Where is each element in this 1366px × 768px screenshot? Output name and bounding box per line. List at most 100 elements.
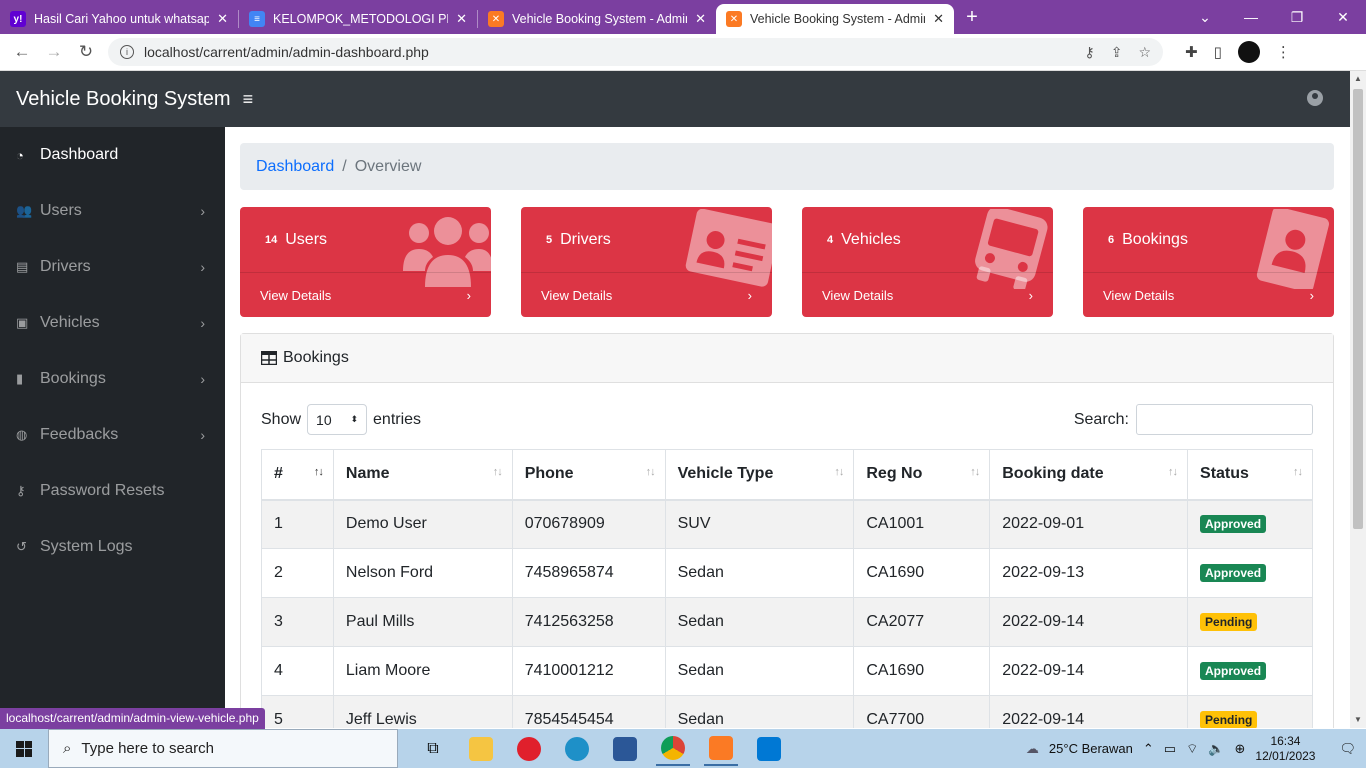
task-view-icon[interactable]: ⧉ xyxy=(416,732,450,766)
profile-avatar[interactable] xyxy=(1237,41,1260,63)
browser-tab[interactable]: y! Hasil Cari Yahoo untuk whatsapp ✕ xyxy=(0,4,238,34)
breadcrumb-link-dashboard[interactable]: Dashboard xyxy=(256,158,334,176)
sidebar-item-label: Password Resets xyxy=(40,482,165,499)
word-app-icon[interactable] xyxy=(608,732,642,766)
new-tab-button[interactable]: + xyxy=(954,6,990,29)
cell-name: Liam Moore xyxy=(332,646,513,696)
address-bar[interactable]: i localhost/carrent/admin/admin-dashboar… xyxy=(108,38,1163,66)
column-header-status[interactable]: Status ↑↓ xyxy=(1187,449,1313,501)
file-explorer-icon[interactable] xyxy=(464,732,498,766)
app-brand[interactable]: Vehicle Booking System xyxy=(16,88,231,111)
close-window-icon[interactable]: ✕ xyxy=(1320,0,1366,34)
browser-tab[interactable]: ≡ KELOMPOK_METODOLOGI PENG ✕ xyxy=(239,4,477,34)
sidebar: ◔ Dashboard 👥 Users › ▤ Drivers › ▣ Vehi… xyxy=(0,127,225,728)
language-icon[interactable]: ⊕ xyxy=(1235,741,1246,757)
clock[interactable]: 16:34 12/01/2023 xyxy=(1255,734,1315,764)
sidebar-item-dashboard[interactable]: ◔ Dashboard xyxy=(0,127,225,183)
chevron-right-icon: › xyxy=(200,203,205,219)
users-card: 14 Users View Details › xyxy=(240,207,491,317)
site-info-icon[interactable]: i xyxy=(120,45,134,59)
battery-icon[interactable]: ▭ xyxy=(1164,741,1176,757)
cell-vehicle-type: SUV xyxy=(664,499,855,549)
browser-menu-icon[interactable]: ⋮ xyxy=(1276,43,1291,61)
network-icon[interactable]: ⌔ xyxy=(1186,741,1198,757)
chevron-right-icon: › xyxy=(200,371,205,387)
users-icon: 👥 xyxy=(16,203,33,218)
sidebar-item-label: Feedbacks xyxy=(40,426,119,443)
sidebar-item-password-resets[interactable]: ⚷ Password Resets xyxy=(0,463,225,519)
sidebar-item-vehicles[interactable]: ▣ Vehicles › xyxy=(0,295,225,351)
side-panel-icon[interactable]: ▯ xyxy=(1214,43,1222,61)
column-header-reg-no[interactable]: Reg No ↑↓ xyxy=(853,449,991,501)
browser-tab-strip: y! Hasil Cari Yahoo untuk whatsapp ✕ ≡ K… xyxy=(0,0,1366,34)
users-view-details-link[interactable]: View Details › xyxy=(240,272,491,317)
chevron-right-icon: › xyxy=(747,287,752,303)
browser-tab[interactable]: ✕ Vehicle Booking System - Admin ✕ xyxy=(478,4,716,34)
minimize-icon[interactable]: — xyxy=(1228,0,1274,34)
xampp-icon[interactable] xyxy=(704,732,738,766)
forward-icon[interactable]: → xyxy=(38,42,70,62)
bookmark-star-icon[interactable]: ☆ xyxy=(1138,44,1151,61)
restore-icon[interactable]: ❐ xyxy=(1274,0,1320,34)
scroll-down-icon[interactable]: ▼ xyxy=(1350,712,1366,728)
share-icon[interactable]: ⇪ xyxy=(1111,44,1123,61)
column-header-number[interactable]: # ↑↓ xyxy=(261,449,334,501)
page-scrollbar[interactable]: ▲ ▼ xyxy=(1350,71,1366,728)
user-account-icon[interactable] xyxy=(1307,90,1323,106)
entries-select[interactable]: 10 ⬍ xyxy=(307,404,368,435)
weather-text[interactable]: 25°C Berawan xyxy=(1049,741,1133,756)
close-tab-icon[interactable]: ✕ xyxy=(933,11,944,27)
cell-status: Approved xyxy=(1187,499,1313,549)
taskbar-search[interactable]: ⌕ Type here to search xyxy=(48,729,398,768)
scroll-up-icon[interactable]: ▲ xyxy=(1350,71,1366,87)
bookings-view-details-link[interactable]: View Details › xyxy=(1083,272,1334,317)
sidebar-item-users[interactable]: 👥 Users › xyxy=(0,183,225,239)
browser-tab-active[interactable]: ✕ Vehicle Booking System - Admin ✕ xyxy=(716,4,954,34)
cell-reg-no: CA1690 xyxy=(853,548,991,598)
cell-number: 3 xyxy=(261,597,334,647)
bookings-table: # ↑↓ Name ↑↓ Phone ↑↓ Vehicle Type ↑↓ Reg No… xyxy=(261,449,1313,728)
vehicles-view-details-link[interactable]: View Details › xyxy=(802,272,1053,317)
url-text[interactable]: localhost/carrent/admin/admin-dashboard.… xyxy=(144,44,1074,60)
sidebar-item-system-logs[interactable]: ↺ System Logs xyxy=(0,519,225,575)
bookings-panel: Bookings Show 10 ⬍ entries Search: # ↑↓ N… xyxy=(240,333,1334,728)
column-header-name[interactable]: Name ↑↓ xyxy=(332,449,513,501)
notification-icon[interactable]: 🗨 xyxy=(1339,741,1356,757)
chevron-right-icon: › xyxy=(200,259,205,275)
back-icon[interactable]: ← xyxy=(6,42,38,62)
vscode-icon[interactable] xyxy=(752,732,786,766)
weather-icon: ☁ xyxy=(1025,740,1039,756)
search-input[interactable] xyxy=(1136,404,1313,435)
column-header-phone[interactable]: Phone ↑↓ xyxy=(511,449,666,501)
volume-icon[interactable]: 🔈 xyxy=(1208,741,1224,757)
entries-control: Show 10 ⬍ entries xyxy=(261,404,421,435)
cell-status: Pending xyxy=(1187,597,1313,647)
column-header-booking-date[interactable]: Booking date ↑↓ xyxy=(989,449,1189,501)
close-tab-icon[interactable]: ✕ xyxy=(217,11,228,27)
column-header-vehicle-type[interactable]: Vehicle Type ↑↓ xyxy=(664,449,855,501)
sidebar-item-drivers[interactable]: ▤ Drivers › xyxy=(0,239,225,295)
cell-booking-date: 2022-09-14 xyxy=(989,597,1189,647)
taskbar-apps: ⧉ xyxy=(416,732,786,766)
scrollbar-thumb[interactable] xyxy=(1353,89,1363,529)
reload-icon[interactable]: ↻ xyxy=(70,42,102,62)
sort-asc-icon: ↑↓ xyxy=(313,466,324,478)
edge-icon[interactable] xyxy=(560,732,594,766)
sidebar-item-bookings[interactable]: ▮ Bookings › xyxy=(0,351,225,407)
sidebar-item-feedbacks[interactable]: ◍ Feedbacks › xyxy=(0,407,225,463)
opera-icon[interactable] xyxy=(512,732,546,766)
link-preview-status: localhost/carrent/admin/admin-view-vehic… xyxy=(0,708,265,729)
select-arrows-icon: ⬍ xyxy=(350,414,359,424)
drivers-view-details-link[interactable]: View Details › xyxy=(521,272,772,317)
close-tab-icon[interactable]: ✕ xyxy=(456,11,467,27)
chevron-up-icon[interactable]: ⌃ xyxy=(1143,741,1154,757)
menu-toggle-icon[interactable]: ≡ xyxy=(243,89,254,110)
chrome-icon[interactable] xyxy=(656,732,690,766)
start-button[interactable] xyxy=(0,729,48,768)
tab-search-icon[interactable]: ⌄ xyxy=(1182,0,1228,34)
close-tab-icon[interactable]: ✕ xyxy=(695,11,706,27)
key-icon[interactable]: ⚷ xyxy=(1084,44,1094,61)
extensions-puzzle-icon[interactable]: ✚ xyxy=(1185,43,1198,61)
sidebar-item-label: Drivers xyxy=(40,258,91,275)
bus-icon: ▣ xyxy=(16,315,29,330)
